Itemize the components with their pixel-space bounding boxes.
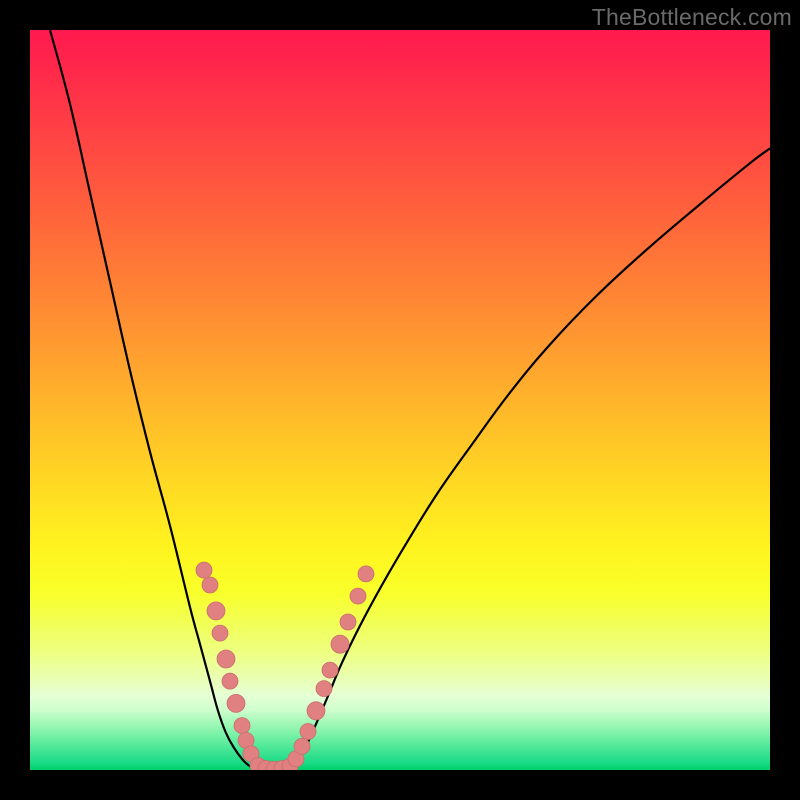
data-marker (350, 588, 366, 604)
data-marker (196, 562, 212, 578)
data-marker (300, 724, 316, 740)
plot-area (30, 30, 770, 770)
watermark-text: TheBottleneck.com (592, 4, 792, 31)
data-marker (227, 694, 245, 712)
data-markers (196, 562, 374, 770)
data-marker (316, 681, 332, 697)
data-marker (212, 625, 228, 641)
v-curve (50, 30, 770, 770)
data-marker (207, 602, 225, 620)
data-marker (331, 635, 349, 653)
curve-layer (30, 30, 770, 770)
data-marker (358, 566, 374, 582)
chart-frame: TheBottleneck.com (0, 0, 800, 800)
data-marker (294, 738, 310, 754)
data-marker (340, 614, 356, 630)
data-marker (234, 718, 250, 734)
data-marker (222, 673, 238, 689)
data-marker (202, 577, 218, 593)
data-marker (307, 702, 325, 720)
data-marker (322, 662, 338, 678)
data-marker (217, 650, 235, 668)
